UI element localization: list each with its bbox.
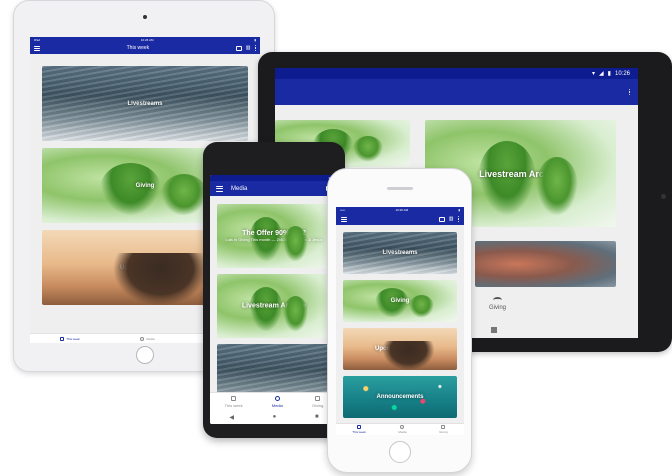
recents-icon[interactable]: ■ — [315, 414, 319, 420]
iphone-home-button[interactable] — [389, 441, 411, 463]
tab-media[interactable]: Media — [271, 395, 283, 408]
tab-media[interactable]: Media — [140, 336, 155, 341]
tablet-camera — [661, 194, 666, 199]
tab-giving[interactable]: Giving — [312, 395, 324, 408]
menu-icon[interactable] — [341, 216, 347, 222]
wifi-icon: ▾ — [592, 71, 596, 77]
tile-title: The Offer 90% Pt. 2 — [242, 230, 306, 237]
tile-livestreams[interactable]: Livestreams — [42, 66, 248, 141]
chart-icon[interactable]: ▥ — [246, 45, 251, 51]
tile-label: Announcements — [376, 394, 424, 400]
battery-icon: ▮ — [607, 71, 611, 77]
tile-announcements[interactable] — [475, 241, 616, 287]
tablet-app-bar — [275, 79, 638, 105]
calendar-icon — [60, 336, 65, 341]
tab-label: This week — [352, 430, 366, 434]
ipad-camera — [143, 15, 147, 19]
tile-subtitle: Luis in Giving This month — 2/4/2018 • S… — [225, 237, 323, 242]
tab-label: Giving — [439, 430, 448, 434]
tile-label: Livestream Archive — [241, 302, 307, 310]
iphone-app-bar: ▥ — [336, 213, 464, 225]
signal-icon: ◢ — [599, 71, 604, 77]
giving-icon — [493, 297, 502, 303]
tablet-status-time: 10:26 — [614, 70, 630, 77]
tile-label: The Offer 90% Pt. 2 Luis in Giving This … — [217, 230, 331, 242]
tile-label: Livestreams — [382, 250, 418, 256]
tab-label: Media — [271, 402, 283, 408]
cast-icon[interactable] — [438, 216, 445, 222]
play-icon — [274, 395, 280, 401]
ipad-status-time: 10:26 AM — [140, 37, 154, 42]
more-options-icon[interactable] — [457, 215, 459, 223]
play-icon — [400, 425, 405, 429]
pixel-tab-bar: This week Media Giving — [210, 392, 338, 410]
pixel-page-title: Media — [231, 185, 248, 192]
stop-icon[interactable] — [491, 327, 497, 333]
iphone-screen: ••••• 10:26 AM ▮ ▥ Livestreams Giving Up… — [336, 207, 464, 435]
tile-livestream-archive[interactable]: Livestream Archive — [217, 274, 331, 338]
tile-label: Giving — [390, 298, 410, 304]
giving-icon — [441, 425, 446, 429]
tab-media[interactable]: Media — [398, 425, 407, 434]
menu-icon[interactable] — [216, 185, 223, 192]
tab-giving[interactable]: Giving — [439, 425, 448, 434]
nav-item-giving[interactable]: Giving — [489, 297, 506, 311]
calendar-icon — [231, 395, 237, 401]
tile-label: Upcoming events — [374, 346, 425, 352]
play-icon — [140, 336, 145, 341]
more-options-icon[interactable] — [254, 44, 256, 52]
chart-icon[interactable]: ▥ — [449, 216, 454, 222]
calendar-icon — [357, 425, 362, 429]
ipad-status-carrier: iPad — [34, 37, 41, 42]
iphone-status-signal: ••••• — [340, 208, 346, 212]
iphone-content-list: Livestreams Giving Upcoming events Annou… — [336, 225, 464, 423]
battery-icon: ▮ — [254, 37, 256, 42]
cast-icon[interactable] — [235, 45, 242, 51]
tile-giving[interactable]: Giving — [343, 280, 457, 322]
giving-icon — [315, 395, 321, 401]
tab-label: Giving — [312, 402, 324, 408]
tile-label: Livestreams — [127, 100, 163, 107]
tab-label: This week — [224, 402, 243, 408]
iphone-speaker — [387, 187, 413, 190]
tab-label: Media — [146, 336, 155, 341]
iphone-tab-bar: This week Media Giving — [336, 423, 464, 435]
home-icon[interactable]: ● — [273, 414, 277, 420]
tablet-status-bar: ▾ ◢ ▮ 10:26 — [275, 68, 638, 79]
tab-label: Media — [398, 430, 407, 434]
pixel-content-list: The Offer 90% Pt. 2 Luis in Giving This … — [210, 196, 338, 408]
iphone-device: ••••• 10:26 AM ▮ ▥ Livestreams Giving Up… — [327, 168, 472, 473]
tile-upcoming-events[interactable]: Upcoming events — [343, 328, 457, 370]
ipad-page-title: This week — [126, 45, 150, 51]
menu-icon[interactable] — [34, 45, 40, 51]
more-options-icon[interactable] — [628, 88, 630, 96]
ipad-home-button[interactable] — [136, 346, 154, 364]
back-icon[interactable]: ◀ — [229, 414, 234, 421]
pixel-screen: ▾◢▮ Media The Offer 90% Pt. 2 Luis in Gi… — [210, 175, 338, 424]
tab-this-week[interactable]: This week — [352, 425, 366, 434]
tile-sermon[interactable]: The Offer 90% Pt. 2 Luis in Giving This … — [217, 204, 331, 268]
tile-announcements[interactable]: Announcements — [343, 376, 457, 418]
android-phone-device: ▾◢▮ Media The Offer 90% Pt. 2 Luis in Gi… — [203, 142, 345, 438]
iphone-status-time: 10:26 AM — [395, 208, 409, 212]
tab-this-week[interactable]: This week — [224, 395, 243, 408]
device-mockup-stage: iPad 10:26 AM ▮ This week ▥ Livestreams — [0, 0, 672, 476]
tab-label: This week — [66, 336, 80, 341]
tab-this-week[interactable]: This week — [60, 336, 80, 341]
ipad-app-bar: This week ▥ — [30, 42, 260, 54]
tile-livestreams[interactable]: Livestreams — [343, 232, 457, 274]
battery-icon: ▮ — [458, 208, 460, 212]
android-nav-bar: ◀ ● ■ — [210, 410, 338, 424]
pixel-app-bar: Media — [210, 181, 338, 196]
nav-item-label: Giving — [489, 305, 507, 311]
